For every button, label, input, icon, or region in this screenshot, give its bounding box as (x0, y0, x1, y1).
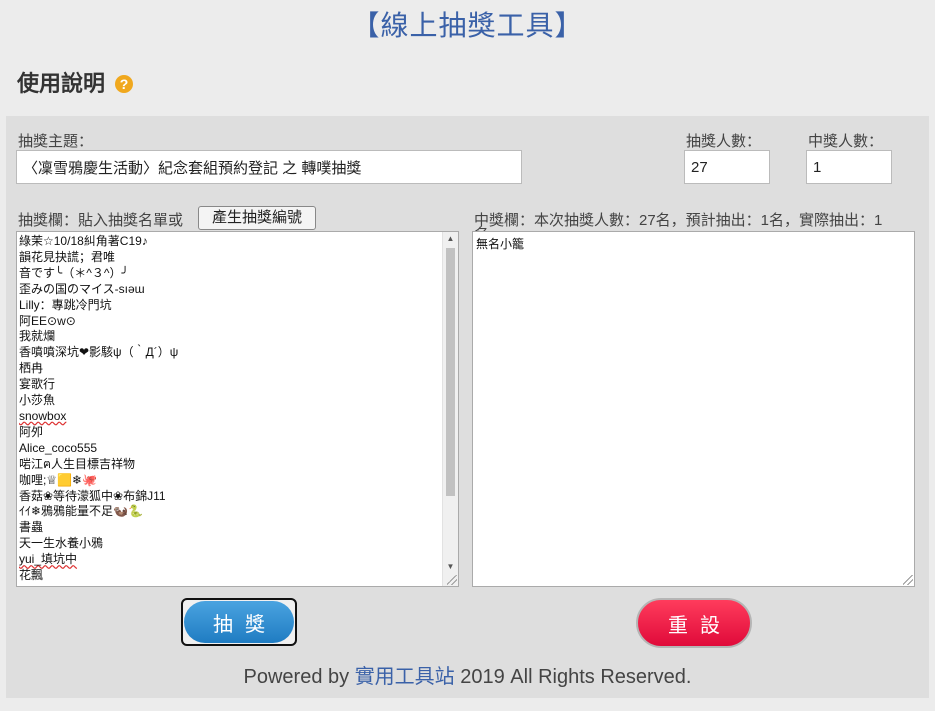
topic-input[interactable]: 〈凜雪鴉慶生活動〉紀念套組預約登記 之 轉噗抽獎 (16, 150, 522, 184)
name-entry: 栖冉 (19, 361, 44, 376)
footer-suffix: 2019 All Rights Reserved. (454, 666, 692, 688)
draw-button[interactable]: 抽獎 (181, 598, 297, 646)
generate-numbers-button[interactable]: 產生抽獎編號 (198, 206, 316, 230)
instructions-heading: 使用說明 ? (17, 66, 134, 98)
winners-label: 中獎欄：本次抽獎人數：27名，預計抽出：1名，實際抽出：1 (474, 212, 883, 229)
names-list: 綠茉☆10/18糾角著C19♪ 韻花見抉謊；君唯 音です╰（＊^３^）╯ 歪みの国のマ… (17, 232, 458, 584)
scroll-thumb[interactable] (446, 248, 455, 496)
name-entry: 阿EE⊙w⊙ (19, 313, 76, 328)
name-entry: 小莎魚 (19, 393, 56, 408)
name-entry: 宴歌行 (19, 377, 56, 392)
lottery-panel: 抽獎主題： 〈凜雪鴉慶生活動〉紀念套組預約登記 之 轉噗抽獎 抽獎人數： 27 … (6, 116, 929, 698)
name-entry: 書蟲 (19, 520, 44, 535)
question-circle-icon[interactable]: ? (115, 75, 134, 93)
page-title: 【線上抽獎工具】 (351, 10, 584, 41)
winners-textarea[interactable]: 無名小籠 (472, 231, 915, 587)
scroll-down-arrow-icon[interactable]: ▼ (443, 560, 458, 574)
name-entry: Alice_coco555 (19, 440, 98, 455)
draw-list-textarea[interactable]: 綠茉☆10/18糾角著C19♪ 韻花見抉謊；君唯 音です╰（＊^３^）╯ 歪みの国のマ… (16, 231, 459, 587)
topic-input-value: 〈凜雪鴉慶生活動〉紀念套組預約登記 之 轉噗抽獎 (23, 159, 362, 177)
name-entry: ｲｲ❄鴉鴉能量不足🦦🐍 (19, 504, 143, 519)
name-entry: Lilly：專跳冷門坑 (19, 297, 112, 312)
footer-link[interactable]: 實用工具站 (355, 666, 455, 688)
winners-list: 無名小籠 (473, 232, 914, 252)
participants-input[interactable]: 27 (684, 150, 770, 184)
winner-entry: 無名小籠 (476, 237, 525, 251)
footer-prefix: Powered by (243, 666, 355, 688)
name-entry: 我就爛 (19, 329, 56, 344)
name-entry: 阿夘 (19, 424, 44, 439)
name-entry: 綠茉☆10/18糾角著C19♪ (19, 234, 148, 248)
name-entry: 韻花見抉謊；君唯 (19, 249, 116, 264)
name-entry: 花飄 (19, 568, 44, 583)
scroll-up-arrow-icon[interactable]: ▲ (443, 232, 458, 246)
draw-button-label: 抽獎 (184, 601, 294, 643)
participants-value: 27 (691, 158, 708, 176)
name-entry: 香菇❀等待濛狐中❀布錦J11 (19, 488, 166, 503)
name-entry: 天一生水養小鴉 (19, 536, 104, 551)
winners-count-input[interactable]: 1 (806, 150, 892, 184)
resize-grip-icon[interactable] (903, 575, 913, 585)
name-entry: 香噴噴深坑❤影駭ψ（｀Д´）ψ (19, 345, 179, 360)
winners-count-label: 中獎人數： (808, 133, 884, 150)
name-entry: 音です╰（＊^３^）╯ (19, 265, 129, 280)
footer: Powered by 實用工具站 2019 All Rights Reserve… (6, 660, 929, 689)
name-entry: 歪みの国のマイス-sıǝɯ (19, 281, 145, 296)
draw-list-scrollbar[interactable]: ▲ ▼ (442, 232, 458, 586)
name-entry: 咖哩;♕🟨❄🐙 (19, 472, 98, 487)
winners-count-value: 1 (813, 158, 822, 176)
instructions-title: 使用說明 (17, 71, 106, 96)
name-entry: yui_填坑中 (19, 552, 78, 567)
topic-label: 抽獎主題： (18, 133, 94, 150)
name-entry: snowbox (19, 408, 67, 423)
draw-list-label: 抽獎欄：貼入抽獎名單或 (18, 212, 184, 229)
participants-label: 抽獎人數： (686, 133, 762, 150)
winners-label-overflow: 名 (474, 223, 489, 231)
resize-grip-icon[interactable] (447, 575, 457, 585)
name-entry: 啱江ฅ人生目標吉祥物 (19, 456, 136, 471)
reset-button[interactable]: 重設 (636, 598, 752, 648)
